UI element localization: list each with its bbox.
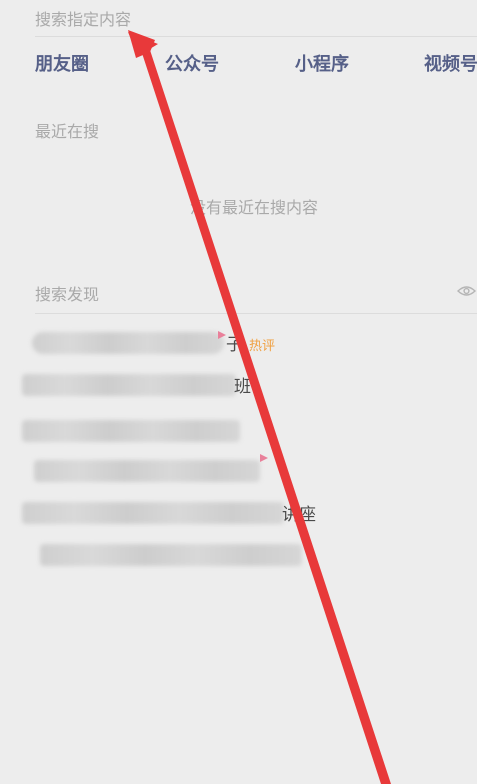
header-divider	[35, 36, 477, 37]
category-official-accounts[interactable]: 公众号	[165, 50, 219, 76]
list-item[interactable]: 班	[0, 368, 477, 402]
blurred-text	[22, 502, 284, 524]
discover-divider	[35, 313, 477, 314]
list-item-visible-text: 子	[226, 335, 243, 355]
wechat-search-page: 搜索指定内容 朋友圈 公众号 小程序 视频号 最近在搜 没有最近在搜内容 搜索发…	[0, 0, 477, 784]
category-row: 朋友圈 公众号 小程序 视频号	[0, 50, 477, 80]
list-item-visible-text: 班	[234, 377, 251, 397]
eye-icon[interactable]	[456, 282, 477, 300]
category-mini-programs[interactable]: 小程序	[295, 50, 349, 76]
blurred-text	[32, 332, 224, 354]
recent-searches-empty-text: 没有最近在搜内容	[190, 198, 319, 217]
hot-corner-icon	[218, 331, 226, 339]
blurred-text	[34, 460, 260, 482]
blurred-text	[40, 544, 302, 566]
hot-corner-icon	[260, 454, 268, 462]
list-item[interactable]	[0, 454, 477, 488]
search-discover-title: 搜索发现	[35, 285, 100, 304]
list-item-visible-text: 讲座	[282, 505, 316, 525]
blurred-text	[22, 374, 236, 396]
search-specified-content-header[interactable]: 搜索指定内容	[35, 6, 131, 30]
list-item[interactable]	[0, 414, 477, 448]
category-channels[interactable]: 视频号	[424, 50, 477, 76]
category-moments[interactable]: 朋友圈	[35, 50, 89, 76]
list-item[interactable]	[0, 538, 477, 572]
list-item[interactable]: 子 热评	[0, 326, 477, 360]
recent-searches-title: 最近在搜	[35, 122, 100, 141]
list-item[interactable]: 讲座	[0, 496, 477, 530]
hot-review-badge: 热评	[249, 339, 276, 354]
blurred-text	[22, 420, 240, 442]
